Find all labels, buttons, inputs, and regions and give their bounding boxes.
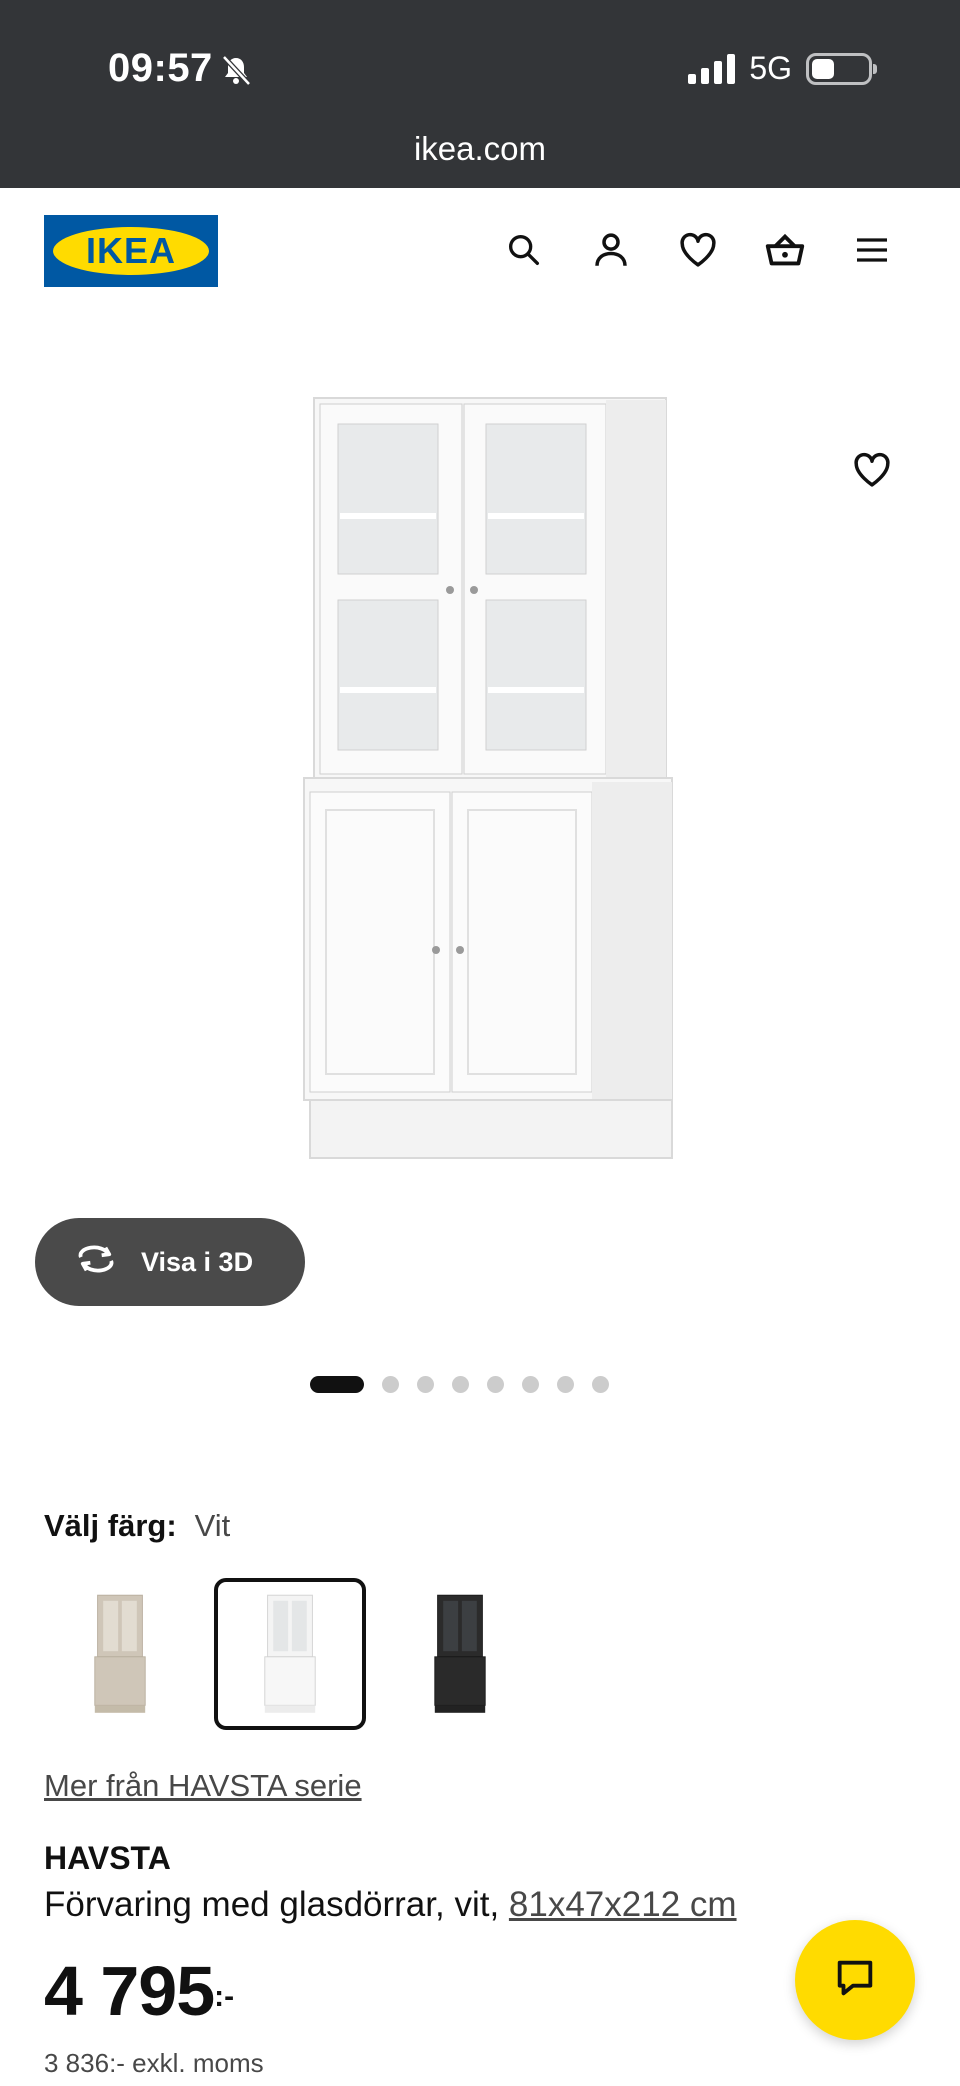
- product-description-text: Förvaring med glasdörrar, vit,: [44, 1885, 500, 1924]
- menu-icon[interactable]: [848, 226, 896, 274]
- pagination-dot[interactable]: [486, 1376, 504, 1393]
- price-amount: 4 795: [44, 1952, 215, 2030]
- product-description: Förvaring med glasdörrar, vit, 81x47x212…: [44, 1885, 737, 1925]
- color-swatch-white[interactable]: [214, 1578, 366, 1730]
- account-icon[interactable]: [587, 226, 635, 274]
- product-image[interactable]: [280, 390, 700, 1330]
- chat-icon: [832, 1955, 878, 2006]
- view-3d-button[interactable]: Visa i 3D: [35, 1218, 305, 1306]
- gallery-pagination[interactable]: [0, 1376, 960, 1393]
- favourite-heart-icon[interactable]: [844, 442, 900, 498]
- chat-button[interactable]: [795, 1920, 915, 2040]
- product-dimensions-link[interactable]: 81x47x212 cm: [509, 1885, 737, 1924]
- status-bar: 09:57 5G ikea.com: [0, 0, 960, 188]
- pagination-dot[interactable]: [381, 1376, 399, 1393]
- price-suffix: :-: [214, 1980, 235, 2013]
- pagination-dot[interactable]: [521, 1376, 539, 1393]
- price-excl-vat: 3 836:- exkl. moms: [44, 2048, 264, 2078]
- battery-icon: [806, 52, 877, 85]
- search-icon[interactable]: [500, 226, 548, 274]
- rotate-3d-icon: [73, 1242, 119, 1283]
- product-gallery[interactable]: Visa i 3D: [0, 312, 960, 1393]
- clock: 09:57: [108, 46, 213, 90]
- basket-icon[interactable]: [761, 226, 809, 274]
- pagination-dot[interactable]: [416, 1376, 434, 1393]
- pagination-dot[interactable]: [451, 1376, 469, 1393]
- color-label-value: Vit: [194, 1508, 231, 1543]
- product-name: HAVSTA: [44, 1840, 171, 1876]
- status-indicators: 5G: [688, 50, 877, 87]
- product-price: 4 795 :-: [44, 1956, 234, 2026]
- pagination-dot[interactable]: [309, 1376, 364, 1393]
- color-label: Välj färg: Vit: [44, 1508, 230, 1544]
- heart-icon[interactable]: [674, 226, 722, 274]
- status-time: 09:57: [108, 46, 253, 91]
- network-label: 5G: [749, 50, 792, 86]
- color-swatch-beige[interactable]: [44, 1578, 196, 1730]
- pagination-dot[interactable]: [591, 1376, 609, 1393]
- site-header: IKEA: [0, 188, 960, 312]
- color-selector: Välj färg: Vit: [44, 1508, 486, 1730]
- ikea-logo[interactable]: IKEA: [44, 215, 218, 287]
- bell-muted-icon: [219, 52, 253, 86]
- color-swatches: [44, 1578, 536, 1730]
- logo-text: IKEA: [53, 227, 209, 275]
- signal-icon: [688, 53, 736, 84]
- header-actions: [500, 226, 896, 274]
- url-bar[interactable]: ikea.com: [0, 130, 960, 168]
- view-3d-label: Visa i 3D: [141, 1246, 254, 1277]
- color-label-key: Välj färg:: [44, 1508, 177, 1543]
- color-swatch-black[interactable]: [384, 1578, 536, 1730]
- pagination-dot[interactable]: [556, 1376, 574, 1393]
- series-link[interactable]: Mer från HAVSTA serie: [44, 1768, 362, 1804]
